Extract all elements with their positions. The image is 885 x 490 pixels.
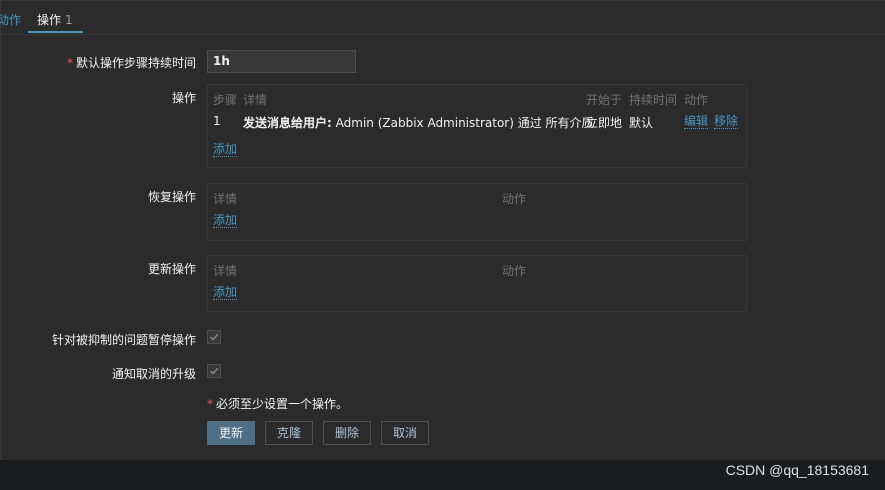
required-mark: * [66, 56, 73, 70]
column-action: 动作 [684, 93, 709, 107]
tab-operations-label: 操作 [37, 13, 62, 27]
recovery-operations-table: 详情 动作 添加 [207, 183, 747, 241]
column-start-in: 开始于 [586, 93, 623, 107]
recovery-operations-label: 恢复操作 [147, 190, 196, 204]
default-duration-input[interactable]: 1h [207, 50, 356, 73]
operation-details-bold: 发送消息给用户: [243, 116, 332, 130]
column-step: 步骤 [213, 93, 238, 107]
clone-button[interactable]: 克隆 [265, 421, 313, 445]
operation-start-in: 立即地 [586, 116, 623, 130]
recovery-column-details: 详情 [213, 192, 238, 206]
edit-operation-link[interactable]: 编辑 [684, 114, 709, 129]
notify-canceled-label: 通知取消的升级 [111, 367, 196, 381]
cancel-button[interactable]: 取消 [381, 421, 429, 445]
delete-button[interactable]: 删除 [323, 421, 371, 445]
required-note: * 必须至少设置一个操作。 [207, 395, 348, 412]
operation-duration: 默认 [629, 116, 654, 130]
tab-operations[interactable]: 操作 1 [37, 11, 73, 28]
tab-bar: 动作 操作 1 [0, 1, 885, 35]
operation-details-rest: Admin (Zabbix Administrator) 通过 所有介质 [335, 116, 594, 130]
notify-canceled-checkbox[interactable] [207, 364, 221, 378]
column-duration: 持续时间 [629, 93, 678, 107]
checkmark-icon [209, 367, 219, 375]
update-column-details: 详情 [213, 264, 238, 278]
update-button[interactable]: 更新 [207, 421, 255, 445]
pause-suppressed-checkbox[interactable] [207, 330, 221, 344]
watermark: CSDN @qq_18153681 [725, 462, 869, 478]
active-tab-indicator [28, 31, 83, 33]
add-operation-link[interactable]: 添加 [213, 142, 238, 157]
tab-operations-count: 1 [65, 13, 73, 27]
add-update-operation-link[interactable]: 添加 [213, 285, 238, 300]
default-duration-label-text: 默认操作步骤持续时间 [75, 56, 196, 70]
default-duration-label: * 默认操作步骤持续时间 [67, 54, 196, 71]
operation-details: 发送消息给用户: Admin (Zabbix Administrator) 通过… [243, 114, 594, 131]
update-operations-table: 详情 动作 添加 [207, 255, 747, 312]
add-recovery-operation-link[interactable]: 添加 [213, 213, 238, 228]
tab-action[interactable]: 动作 [0, 11, 21, 28]
column-details: 详情 [243, 93, 268, 107]
update-operations-label: 更新操作 [147, 262, 196, 276]
required-note-mark: * [207, 397, 213, 411]
recovery-column-action: 动作 [502, 192, 527, 206]
operations-table: 步骤 详情 开始于 持续时间 动作 1 发送消息给用户: Admin (Zabb… [207, 84, 747, 168]
operations-label: 操作 [171, 91, 196, 105]
remove-operation-link[interactable]: 移除 [714, 114, 739, 129]
checkmark-icon [209, 333, 219, 341]
pause-suppressed-label: 针对被抑制的问题暂停操作 [51, 333, 196, 347]
update-column-action: 动作 [502, 264, 527, 278]
operation-step: 1 [213, 114, 221, 128]
action-form-panel: 动作 操作 1 * 默认操作步骤持续时间 1h 操作 步骤 详情 开始于 持续时间 … [0, 0, 885, 460]
required-note-text: 必须至少设置一个操作。 [216, 397, 349, 411]
